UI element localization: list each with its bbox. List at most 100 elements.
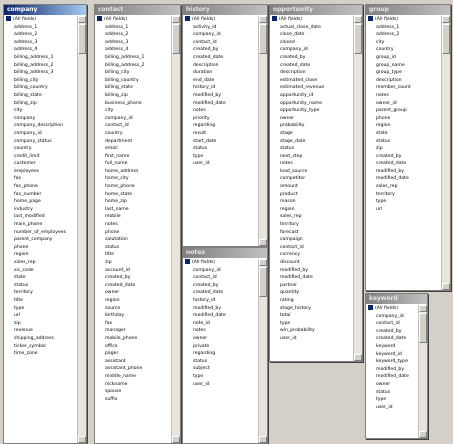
field-item[interactable]: billing_address_1 xyxy=(4,54,77,62)
field-list[interactable]: (All fields) address_1 address_2 address_3 a… xyxy=(4,16,77,443)
field-item[interactable]: competitor xyxy=(270,175,353,183)
field-item[interactable]: created_by xyxy=(183,46,258,54)
field-item[interactable]: created_by xyxy=(366,328,418,336)
field-item[interactable]: notes xyxy=(95,221,171,229)
scroll-thumb[interactable] xyxy=(259,267,267,297)
field-item[interactable]: next_step xyxy=(270,153,353,161)
field-list[interactable]: (All fields) activity_id company_id contact… xyxy=(183,16,258,246)
field-item[interactable]: number_of_employees xyxy=(4,229,77,237)
field-item[interactable]: fax xyxy=(4,175,77,183)
field-item[interactable]: address_1 xyxy=(366,24,441,32)
field-item[interactable]: sales_rep xyxy=(4,259,77,267)
field-item[interactable]: middle_name xyxy=(95,373,171,381)
field-item[interactable]: company_id xyxy=(183,31,258,39)
field-item[interactable]: status xyxy=(366,389,418,397)
field-item[interactable]: created_by xyxy=(183,282,258,290)
field-item[interactable]: description xyxy=(270,69,353,77)
field-item[interactable]: shipping_address xyxy=(4,335,77,343)
field-item[interactable]: contact_id xyxy=(366,320,418,328)
field-item[interactable]: created_date xyxy=(366,335,418,343)
field-item[interactable]: company_status xyxy=(4,138,77,146)
field-item[interactable]: company_description xyxy=(4,122,77,130)
field-item[interactable]: user_id xyxy=(270,335,353,343)
field-item[interactable]: campaign xyxy=(270,236,353,244)
field-item[interactable]: created_date xyxy=(366,160,441,168)
field-item[interactable]: keyword_type xyxy=(366,358,418,366)
field-item[interactable]: estimated_close xyxy=(270,77,353,85)
scroll-down-icon[interactable] xyxy=(442,283,450,290)
field-item[interactable]: company_id xyxy=(4,130,77,138)
field-item[interactable]: business_phone xyxy=(95,100,171,108)
field-item[interactable]: time_zone xyxy=(4,350,77,358)
field-item[interactable]: ticker_symbol xyxy=(4,343,77,351)
scroll-down-icon[interactable] xyxy=(172,436,180,443)
field-item[interactable]: status xyxy=(366,138,441,146)
field-item[interactable]: lead_source xyxy=(270,168,353,176)
field-item[interactable]: owner xyxy=(183,335,258,343)
field-item[interactable]: address_1 xyxy=(95,24,171,32)
field-item[interactable]: title xyxy=(95,251,171,259)
field-item[interactable]: stage_history xyxy=(270,305,353,313)
window-title[interactable]: history xyxy=(183,5,267,15)
field-item[interactable]: company xyxy=(4,115,77,123)
field-item[interactable]: title xyxy=(4,297,77,305)
scroll-thumb[interactable] xyxy=(419,313,427,343)
field-item[interactable]: total xyxy=(270,312,353,320)
field-item[interactable]: result xyxy=(183,130,258,138)
field-item[interactable]: territory xyxy=(366,191,441,199)
field-item[interactable]: account_id xyxy=(95,267,171,275)
field-item[interactable]: contact_id xyxy=(270,244,353,252)
field-item[interactable]: modified_date xyxy=(270,274,353,282)
field-item[interactable]: billing_zip xyxy=(95,92,171,100)
field-list[interactable]: (All fields) address_1 address_2 city countr… xyxy=(366,16,441,290)
vertical-scrollbar[interactable] xyxy=(171,16,180,443)
field-item[interactable]: full_name xyxy=(95,160,171,168)
field-item[interactable]: win_probability xyxy=(270,327,353,335)
field-item[interactable]: credit_limit xyxy=(4,153,77,161)
field-item[interactable]: billing_address_1 xyxy=(95,54,171,62)
field-item[interactable]: employees xyxy=(4,168,77,176)
field-item[interactable]: created_by xyxy=(95,274,171,282)
field-item[interactable]: pager xyxy=(95,350,171,358)
field-item[interactable]: product xyxy=(270,191,353,199)
field-item[interactable]: url xyxy=(4,312,77,320)
field-item[interactable]: sic_code xyxy=(4,267,77,275)
field-item[interactable]: stage_date xyxy=(270,138,353,146)
field-item[interactable]: company_id xyxy=(95,115,171,123)
field-item[interactable]: close_date xyxy=(270,31,353,39)
field-item[interactable]: assistant xyxy=(95,358,171,366)
field-item[interactable]: modified_by xyxy=(183,305,258,313)
field-item[interactable]: quantity xyxy=(270,289,353,297)
field-item[interactable]: created_date xyxy=(270,62,353,70)
scroll-down-icon[interactable] xyxy=(78,436,86,443)
field-item[interactable]: note_id xyxy=(183,320,258,328)
field-item[interactable]: history_id xyxy=(183,84,258,92)
field-item[interactable]: address_3 xyxy=(95,39,171,47)
field-item[interactable]: home_zip xyxy=(95,198,171,206)
field-item[interactable]: office xyxy=(95,343,171,351)
field-all[interactable]: (All fields) xyxy=(183,259,258,267)
field-item[interactable]: opportunity_type xyxy=(270,107,353,115)
field-item[interactable]: keyword xyxy=(366,343,418,351)
field-item[interactable]: url xyxy=(366,206,441,214)
field-item[interactable]: type xyxy=(183,373,258,381)
field-item[interactable]: address_2 xyxy=(95,31,171,39)
field-item[interactable]: owner xyxy=(366,381,418,389)
field-item[interactable]: group_name xyxy=(366,62,441,70)
field-item[interactable]: contact_id xyxy=(95,122,171,130)
scroll-down-icon[interactable] xyxy=(259,436,267,443)
window-title[interactable]: keyword xyxy=(366,294,427,304)
field-item[interactable]: opportunity_id xyxy=(270,92,353,100)
field-item[interactable]: start_date xyxy=(183,138,258,146)
field-item[interactable]: city xyxy=(4,107,77,115)
vertical-scrollbar[interactable] xyxy=(258,16,267,246)
field-item[interactable]: notes xyxy=(270,160,353,168)
window-company[interactable]: company (All fields) address_1 address_2 ad… xyxy=(3,4,87,444)
scroll-up-icon[interactable] xyxy=(259,259,267,266)
field-item[interactable]: department xyxy=(95,138,171,146)
field-item[interactable]: opportunity_name xyxy=(270,100,353,108)
field-item[interactable]: estimated_revenue xyxy=(270,84,353,92)
field-item[interactable]: address_2 xyxy=(4,31,77,39)
field-item[interactable]: notes xyxy=(366,92,441,100)
field-item[interactable]: parent_group xyxy=(366,107,441,115)
